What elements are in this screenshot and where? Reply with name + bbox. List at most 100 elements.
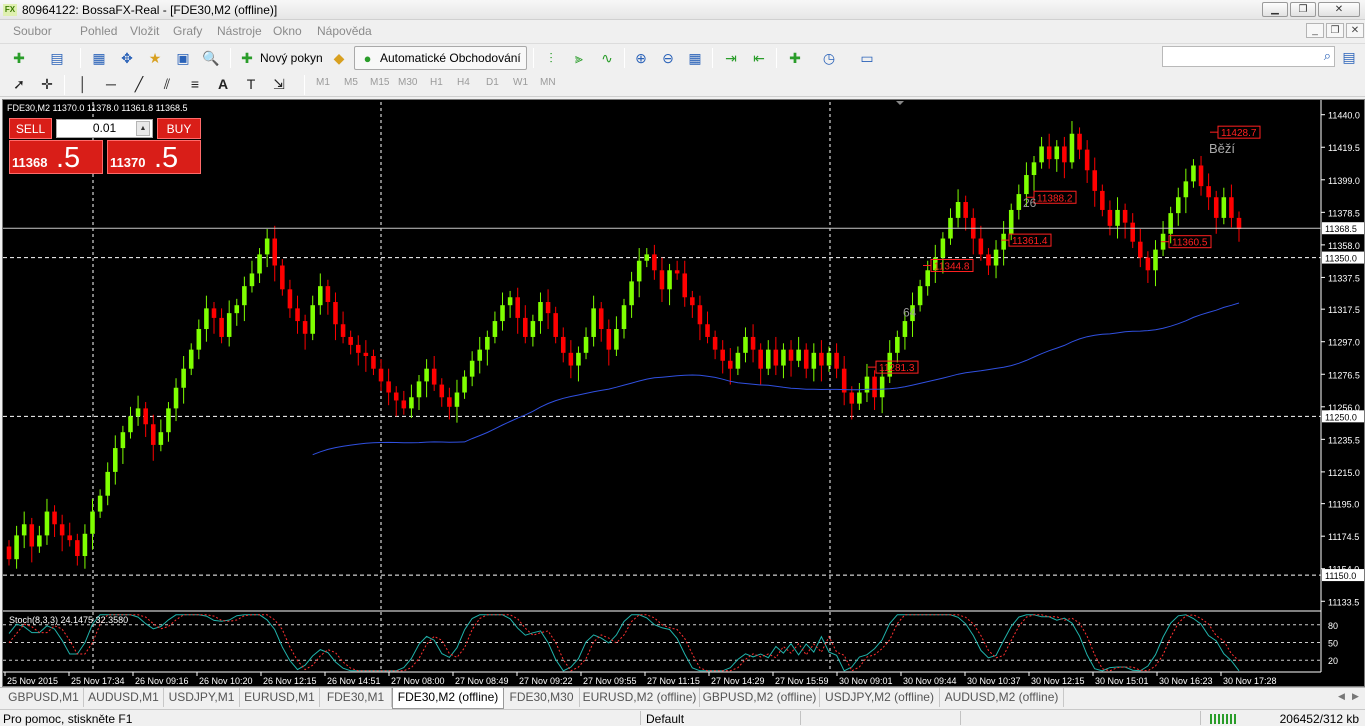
strategy-tester-icon[interactable]: 🔍 bbox=[200, 47, 222, 69]
candle-body bbox=[1213, 197, 1219, 218]
bar-chart-icon[interactable]: ⫶ bbox=[540, 47, 562, 69]
indicators-icon[interactable]: ✚ bbox=[784, 47, 806, 69]
search-input[interactable]: ⌕ bbox=[1162, 46, 1335, 67]
channel-icon[interactable]: ⫽ bbox=[156, 74, 178, 94]
tab-gbpusd-m1[interactable]: GBPUSD,M1 bbox=[4, 688, 84, 707]
timeframe-m15[interactable]: M15 bbox=[370, 77, 389, 88]
tab-audusd-m1[interactable]: AUDUSD,M1 bbox=[84, 688, 164, 707]
crosshair-icon[interactable]: ✛ bbox=[36, 74, 58, 94]
bid-price-box[interactable]: 11368 .5 bbox=[9, 140, 103, 174]
tabs-left-arrow-icon[interactable]: ◀ bbox=[1338, 691, 1345, 702]
candle-body bbox=[264, 238, 270, 255]
new-chart-icon[interactable]: ✚ bbox=[8, 47, 30, 69]
candle-body bbox=[1016, 194, 1022, 210]
horizontal-line-icon[interactable]: ─ bbox=[100, 74, 122, 94]
timeframe-m1[interactable]: M1 bbox=[316, 77, 330, 88]
vertical-line-icon[interactable]: │ bbox=[72, 74, 94, 94]
x-tick-label: 27 Nov 09:55 bbox=[583, 676, 637, 686]
trendline-icon[interactable]: ╱ bbox=[128, 74, 150, 94]
tab-gbpusd-m2-offline[interactable]: GBPUSD,M2 (offline) bbox=[700, 688, 820, 707]
close-button[interactable]: ✕ bbox=[1318, 2, 1360, 17]
candle-body bbox=[682, 273, 688, 298]
timeframe-mn[interactable]: MN bbox=[540, 77, 556, 88]
candle-body bbox=[196, 329, 202, 350]
timeframe-h4[interactable]: H4 bbox=[457, 77, 470, 88]
metaeditor-icon[interactable]: ◆ bbox=[328, 47, 350, 69]
candle-body bbox=[849, 392, 855, 404]
mdi-close-button[interactable]: ✕ bbox=[1346, 23, 1364, 38]
community-icon[interactable]: ▤ bbox=[1338, 46, 1360, 68]
timeframe-w1[interactable]: W1 bbox=[513, 77, 528, 88]
candle-body bbox=[1206, 186, 1211, 198]
new-order-icon[interactable]: ✚ bbox=[236, 47, 258, 69]
candle-body bbox=[166, 408, 171, 433]
tab-fde30-m30[interactable]: FDE30,M30 bbox=[504, 688, 580, 707]
candlestick-icon[interactable]: ⫸ bbox=[568, 47, 590, 69]
arrows-icon[interactable]: ⇲ bbox=[268, 74, 290, 94]
tab-fde30-m1[interactable]: FDE30,M1 bbox=[320, 688, 392, 707]
menu-pohled[interactable]: Pohled bbox=[80, 24, 117, 38]
text-label-icon[interactable]: T bbox=[240, 74, 262, 94]
zoom-in-icon[interactable]: ⊕ bbox=[630, 47, 652, 69]
tab-audusd-m2-offline[interactable]: AUDUSD,M2 (offline) bbox=[940, 688, 1064, 707]
menu-okno[interactable]: Okno bbox=[273, 24, 302, 38]
market-watch-icon[interactable]: ▦ bbox=[88, 47, 110, 69]
text-icon[interactable]: A bbox=[212, 74, 234, 94]
menu-vlozit[interactable]: Vložit bbox=[130, 24, 159, 38]
annotation-label: 11361.4 bbox=[1012, 236, 1048, 247]
x-tick-label: 27 Nov 08:49 bbox=[455, 676, 509, 686]
candle-body bbox=[150, 424, 156, 445]
x-tick-label: 27 Nov 11:15 bbox=[647, 676, 700, 686]
mdi-restore-button[interactable]: ❐ bbox=[1326, 23, 1344, 38]
candle-body bbox=[652, 254, 657, 271]
menu-nastroje[interactable]: Nástroje bbox=[217, 24, 262, 38]
menu-napoveda[interactable]: Nápověda bbox=[317, 24, 372, 38]
search-icon[interactable]: ⌕ bbox=[1324, 48, 1331, 64]
timeframe-m5[interactable]: M5 bbox=[344, 77, 358, 88]
timeframe-h1[interactable]: H1 bbox=[430, 77, 443, 88]
restore-button[interactable]: ❐ bbox=[1290, 2, 1316, 17]
timeframe-m30[interactable]: M30 bbox=[398, 77, 417, 88]
menu-grafy[interactable]: Grafy bbox=[173, 24, 202, 38]
menu-soubor[interactable]: Soubor bbox=[13, 24, 52, 38]
timeframe-d1[interactable]: D1 bbox=[486, 77, 499, 88]
chart-window[interactable]: 11440.0 11419.5 11399.0 11378.5 11358.0 11337… bbox=[2, 99, 1365, 687]
chart-shift-marker bbox=[896, 101, 904, 105]
zoom-out-icon[interactable]: ⊖ bbox=[657, 47, 679, 69]
tile-windows-icon[interactable]: ▦ bbox=[684, 47, 706, 69]
data-window-icon[interactable]: ✥ bbox=[116, 47, 138, 69]
chart-shift-icon[interactable]: ⇤ bbox=[748, 47, 770, 69]
candle-body bbox=[955, 202, 961, 218]
lot-increase-button[interactable]: ▲ bbox=[136, 121, 150, 136]
candle-body bbox=[667, 270, 672, 290]
terminal-icon[interactable]: ▣ bbox=[172, 47, 194, 69]
price-chart[interactable]: 11440.0 11419.5 11399.0 11378.5 11358.0 11337… bbox=[3, 100, 1364, 686]
candle-body bbox=[659, 270, 665, 290]
auto-trading-button[interactable]: ● Automatické Obchodování bbox=[354, 46, 527, 70]
candle-body bbox=[773, 349, 779, 366]
ask-price-box[interactable]: 11370 .5 bbox=[107, 140, 201, 174]
profiles-icon[interactable]: ▤ bbox=[46, 47, 68, 69]
x-tick-label: 30 Nov 17:28 bbox=[1223, 676, 1277, 686]
templates-icon[interactable]: ▭ bbox=[856, 47, 878, 69]
fibonacci-icon[interactable]: ≡ bbox=[184, 74, 206, 94]
tab-eurusd-m1[interactable]: EURUSD,M1 bbox=[240, 688, 320, 707]
buy-button[interactable]: BUY bbox=[157, 118, 201, 139]
auto-scroll-icon[interactable]: ⇥ bbox=[720, 47, 742, 69]
cursor-icon[interactable]: ➚ bbox=[8, 74, 30, 94]
mdi-minimize-button[interactable]: _ bbox=[1306, 23, 1324, 38]
tab-fde30-m2-offline[interactable]: FDE30,M2 (offline) bbox=[392, 688, 504, 709]
tab-usdjpy-m2-offline[interactable]: USDJPY,M2 (offline) bbox=[820, 688, 940, 707]
minimize-button[interactable]: ▁ bbox=[1262, 2, 1288, 17]
navigator-icon[interactable]: ★ bbox=[144, 47, 166, 69]
tab-usdjpy-m1[interactable]: USDJPY,M1 bbox=[164, 688, 240, 707]
new-order-button[interactable]: Nový pokyn bbox=[260, 47, 323, 69]
line-chart-icon[interactable]: ∿ bbox=[596, 47, 618, 69]
sell-button[interactable]: SELL bbox=[9, 118, 52, 139]
tab-eurusd-m2-offline[interactable]: EURUSD,M2 (offline) bbox=[580, 688, 700, 707]
periods-icon[interactable]: ◷ bbox=[818, 47, 840, 69]
tabs-right-arrow-icon[interactable]: ▶ bbox=[1352, 691, 1359, 702]
menu-bar: Soubor Pohled Vložit Grafy Nástroje Okno… bbox=[0, 21, 1365, 42]
window-title: 80964122: BossaFX-Real - [FDE30,M2 (offl… bbox=[22, 3, 278, 17]
candle-body bbox=[803, 349, 809, 369]
